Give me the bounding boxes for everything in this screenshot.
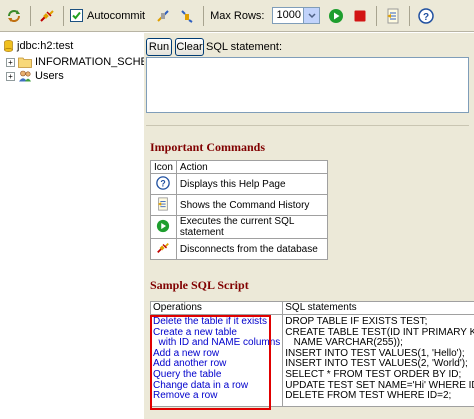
table-row: Disconnects from the database	[150, 238, 328, 260]
folder-icon	[18, 57, 32, 68]
schema-tree: jdbc:h2:test + INFORMATION_SCHEMA + User…	[0, 33, 164, 419]
sql-input[interactable]	[146, 57, 469, 113]
toolbar-separator	[409, 5, 411, 26]
clear-button[interactable]: Clear	[175, 38, 204, 56]
table-row: Executes the current SQL statement	[150, 215, 328, 239]
connection-url: jdbc:h2:test	[17, 40, 74, 52]
history-icon	[158, 196, 169, 211]
stop-icon[interactable]	[350, 6, 370, 26]
tree-item-users[interactable]: + Users	[6, 69, 64, 83]
tree-item-information-schema[interactable]: + INFORMATION_SCHEMA	[6, 55, 164, 69]
toolbar-separator	[30, 5, 31, 26]
run-button[interactable]: Run	[146, 38, 172, 56]
expand-icon[interactable]: +	[6, 71, 15, 81]
command-description: Disconnects from the database	[175, 238, 328, 260]
tree-item-label: Users	[35, 70, 64, 82]
svg-text:?: ?	[423, 12, 429, 23]
max-rows-select[interactable]: 1000	[272, 7, 321, 24]
max-rows-label: Max Rows:	[210, 9, 265, 22]
table-row: ? Displays this Help Page	[150, 173, 328, 195]
sql-statement-line: SELECT * FROM TEST ORDER BY ID;	[285, 368, 462, 380]
command-description: Shows the Command History	[175, 194, 328, 216]
commit-icon[interactable]	[177, 6, 197, 26]
svg-text:?: ?	[161, 178, 166, 188]
operations-column-header: Operations	[149, 301, 284, 315]
commands-table: Icon Action ? Displays this Help Page Sh…	[150, 160, 328, 260]
sql-statement-line: DELETE FROM TEST WHERE ID=2;	[285, 390, 452, 402]
refresh-icon[interactable]	[4, 6, 24, 26]
disconnect-icon	[157, 242, 170, 253]
chevron-down-icon[interactable]	[303, 8, 320, 23]
important-commands-title: Important Commands	[150, 140, 266, 154]
rollback-icon[interactable]	[153, 6, 173, 26]
expand-icon[interactable]: +	[6, 57, 15, 67]
run-icon[interactable]	[326, 6, 346, 26]
toolbar-separator	[376, 5, 378, 26]
icon-column-header: Icon	[150, 160, 177, 174]
tree-connection[interactable]: jdbc:h2:test	[4, 39, 73, 53]
highlight-box	[150, 315, 271, 410]
users-icon	[19, 70, 31, 82]
sql-statement-label: SQL statement:	[206, 41, 283, 53]
toolbar: Autocommit Max Rows: 1000 ?	[0, 0, 474, 32]
table-row: Shows the Command History	[150, 194, 328, 216]
help-icon[interactable]: ?	[416, 6, 436, 26]
run-icon	[157, 219, 170, 232]
statements-cell: DROP TABLE IF EXISTS TEST; CREATE TABLE …	[282, 314, 474, 407]
history-icon[interactable]	[383, 6, 403, 26]
query-panel: Run Clear SQL statement: Important Comma…	[144, 33, 474, 419]
toolbar-separator	[203, 5, 205, 26]
autocommit-checkbox[interactable]	[70, 9, 83, 22]
sample-sql-title: Sample SQL Script	[150, 278, 249, 292]
help-icon: ?	[156, 175, 171, 190]
max-rows-value: 1000	[276, 9, 301, 21]
help-panel: Important Commands Icon Action ? Display…	[146, 125, 474, 415]
toolbar-separator	[63, 5, 64, 26]
autocommit-label: Autocommit	[87, 9, 146, 22]
command-description: Executes the current SQL statement	[175, 215, 328, 239]
command-description: Displays this Help Page	[175, 173, 328, 195]
action-column-header: Action	[175, 160, 328, 174]
database-icon	[4, 40, 13, 52]
sql-statement-line: DROP TABLE IF EXISTS TEST;	[285, 316, 428, 327]
disconnect-icon[interactable]	[37, 6, 57, 26]
sql-column-header: SQL statements	[282, 301, 474, 315]
